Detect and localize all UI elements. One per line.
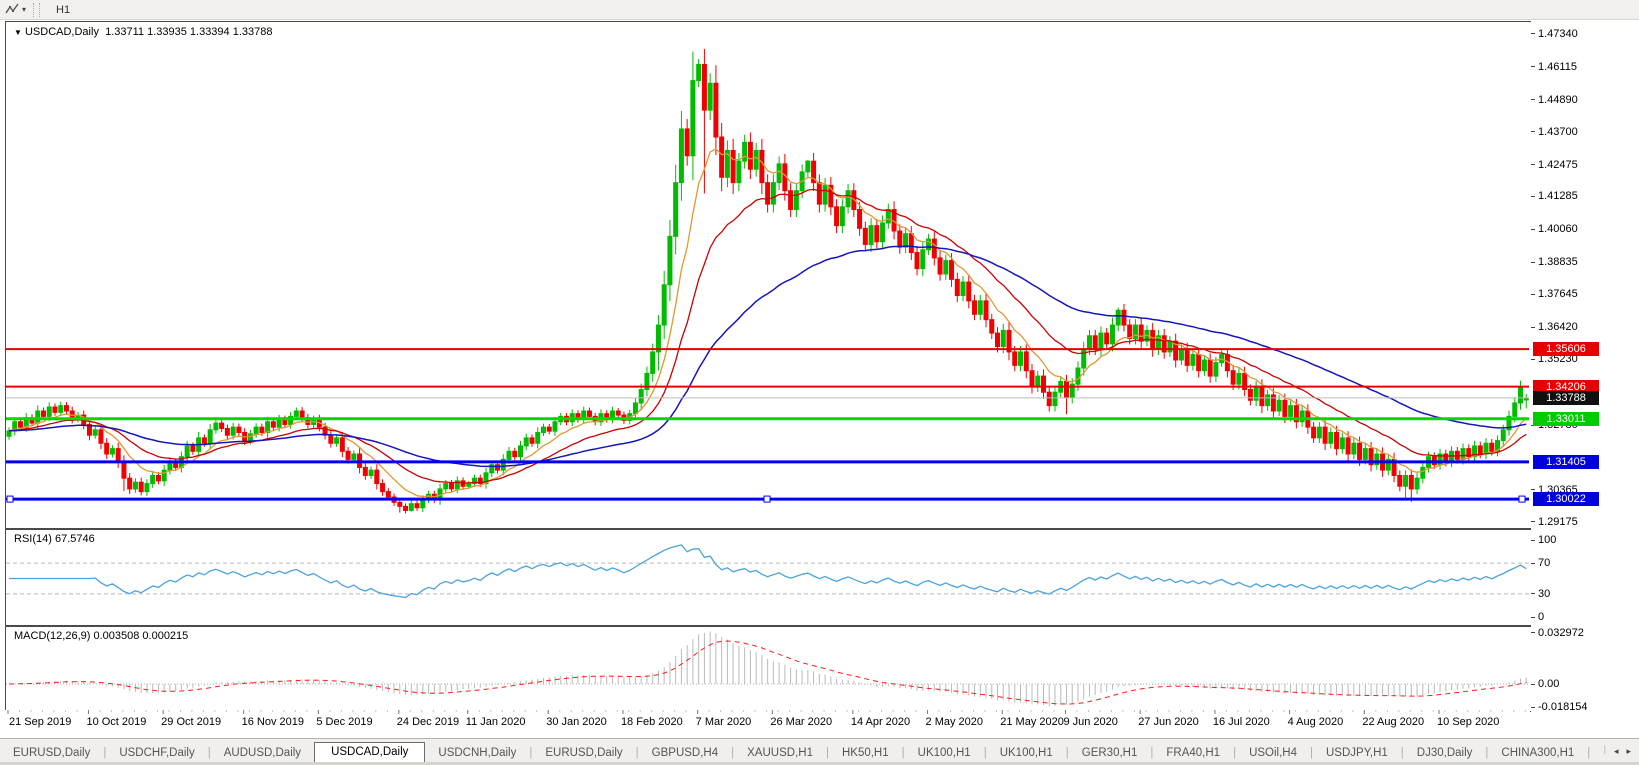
chart-ohlc-values: 1.33711 1.33935 1.33394 1.33788 [105, 26, 273, 38]
hline-handle[interactable] [6, 495, 14, 503]
date-label: 4 Aug 2020 [1287, 716, 1344, 728]
macd-tick-0.032972: 0.032972 [1531, 627, 1584, 639]
price-tick-1.40060: 1.40060 [1531, 223, 1578, 235]
date-label: 16 Jul 2020 [1212, 716, 1270, 728]
symbol-dropdown-icon[interactable]: ▼ [14, 28, 22, 37]
date-label: 21 May 2020 [1000, 716, 1064, 728]
level-badge-1.33011: 1.33011 [1533, 411, 1599, 426]
price-chart-panel[interactable]: ▼ USDCAD,Daily 1.33711 1.33935 1.33394 1… [5, 21, 1532, 529]
crosshair-tool-icon [5, 3, 19, 14]
chart-symbol: USDCAD,Daily [24, 26, 99, 38]
rsi-tick-30: 30 [1531, 588, 1550, 600]
price-tick-1.29175: 1.29175 [1531, 516, 1578, 528]
macd-histogram [14, 631, 1527, 706]
price-tick-1.41285: 1.41285 [1531, 190, 1578, 202]
date-label: 2 May 2020 [925, 716, 984, 728]
price-tick-1.43700: 1.43700 [1531, 126, 1578, 138]
price-tick-1.38835: 1.38835 [1531, 256, 1578, 268]
macd-panel[interactable]: MACD(12,26,9) 0.003508 0.000215 [5, 626, 1532, 712]
date-label: 27 Jun 2020 [1138, 716, 1199, 728]
chevron-down-icon[interactable]: ▾ [22, 5, 26, 14]
chart-tab-uk100-h1[interactable]: UK100,H1 [987, 744, 1066, 763]
price-tick-1.47340: 1.47340 [1531, 28, 1578, 40]
chart-tab-hk50-h1[interactable]: HK50,H1 [829, 744, 902, 763]
rsi-label: RSI(14) 67.5746 [14, 533, 95, 545]
chart-tab-dj30-daily[interactable]: DJ30,Daily [1404, 744, 1486, 763]
rsi-tick-100: 100 [1531, 534, 1556, 546]
date-label: 10 Sep 2020 [1437, 716, 1500, 728]
level-badge-1.31405: 1.31405 [1533, 454, 1599, 469]
chart-tab-xauusd-h1[interactable]: XAUUSD,H1 [734, 744, 826, 763]
drawing-tool-group[interactable]: ▾ [0, 0, 31, 19]
macd-tick--0.018154: -0.018154 [1531, 701, 1588, 713]
tab-scroll-right-icon[interactable]: ▸ [1626, 746, 1631, 757]
hline-handle[interactable] [763, 495, 771, 503]
date-label: 30 Jan 2020 [546, 716, 607, 728]
chart-tab-usdcad-daily[interactable]: USDCAD,Daily [314, 742, 426, 763]
chart-tab-uk100-h1[interactable]: UK100,H1 [905, 744, 984, 763]
date-label: 10 Oct 2019 [86, 716, 147, 728]
macd-label: MACD(12,26,9) 0.003508 0.000215 [14, 630, 189, 642]
date-label: 18 Feb 2020 [620, 716, 683, 728]
date-label: 9 Jun 2020 [1063, 716, 1118, 728]
tab-scroll-arrows: | ◂ ▸ [1603, 744, 1631, 757]
date-label: 7 Mar 2020 [695, 716, 752, 728]
chart-tab-audusd-daily[interactable]: AUDUSD,Daily [211, 744, 314, 763]
chart-tab-gbpusd-h4[interactable]: GBPUSD,H4 [639, 744, 731, 763]
current-price-badge: 1.33788 [1533, 390, 1599, 405]
price-axis[interactable]: 1.47340 1.46115 1.44890 1.43700 1.42475 1.412… [1531, 21, 1639, 713]
timeframe-button-h1[interactable]: H1 [47, 2, 86, 18]
trading-terminal: ▾ M1M5M15M30H1H4D1W1MN ▼ USDCAD,Daily 1.… [0, 0, 1639, 765]
date-label: 24 Dec 2019 [396, 716, 460, 728]
date-label: 5 Dec 2019 [316, 716, 373, 728]
timeframe-toolbar: ▾ M1M5M15M30H1H4D1W1MN [0, 0, 1639, 80]
chart-tab-usdjpy-h1[interactable]: USDJPY,H1 [1313, 744, 1401, 763]
date-label: 26 Mar 2020 [770, 716, 833, 728]
date-label: 16 Nov 2019 [241, 716, 305, 728]
level-badge-1.35606: 1.35606 [1533, 342, 1599, 357]
rsi-panel[interactable]: RSI(14) 67.5746 [5, 529, 1532, 626]
chart-title: ▼ USDCAD,Daily 1.33711 1.33935 1.33394 1… [14, 26, 272, 38]
price-tick-1.46115: 1.46115 [1531, 61, 1577, 73]
date-label: 11 Jan 2020 [465, 716, 526, 728]
rsi-tick-70: 70 [1531, 557, 1550, 569]
rsi-plot [6, 544, 1529, 599]
date-label: 22 Aug 2020 [1362, 716, 1425, 728]
chart-tab-eurusd-daily[interactable]: EURUSD,Daily [532, 744, 635, 763]
date-label: 21 Sep 2019 [9, 716, 72, 728]
date-label: 14 Apr 2020 [850, 716, 911, 728]
chart-tab-usoil-h4[interactable]: USOil,H4 [1236, 744, 1310, 763]
price-tick-1.36420: 1.36420 [1531, 321, 1578, 333]
date-axis[interactable]: 21 Sep 2019 10 Oct 2019 29 Oct 2019 16 Nov … [5, 710, 1530, 736]
rsi-line [9, 544, 1527, 599]
price-tick-1.42475: 1.42475 [1531, 159, 1578, 171]
price-tick-1.37645: 1.37645 [1531, 288, 1578, 300]
candlestick-chart[interactable] [6, 22, 1529, 526]
chart-tab-usdcnh-daily[interactable]: USDCNH,Daily [425, 744, 529, 763]
price-tick-1.44890: 1.44890 [1531, 94, 1578, 106]
date-tick-marks [7, 710, 1526, 714]
macd-plot [6, 631, 1529, 706]
chart-tab-bar: EURUSD,Daily | USDCHF,Daily | AUDUSD,Daily US… [0, 738, 1639, 763]
tab-scroll-left-icon[interactable]: ◂ [1614, 746, 1619, 757]
chart-tab-fra40-h1[interactable]: FRA40,H1 [1153, 744, 1233, 763]
chart-tab-usdchf-daily[interactable]: USDCHF,Daily [106, 744, 207, 763]
hline-handle[interactable] [1518, 495, 1526, 503]
chart-tab-china300-h1[interactable]: CHINA300,H1 [1488, 744, 1587, 763]
chart-tab-ger30-h1[interactable]: GER30,H1 [1069, 744, 1151, 763]
rsi-tick-0: 0 [1531, 611, 1544, 623]
macd-tick-0.00: 0.00 [1531, 678, 1559, 690]
chart-tab-eurusd-daily[interactable]: EURUSD,Daily [0, 744, 103, 763]
date-label: 29 Oct 2019 [161, 716, 222, 728]
toolbar-grip [33, 2, 41, 17]
level-badge-1.30022: 1.30022 [1533, 492, 1599, 507]
chart-tabs: EURUSD,Daily | USDCHF,Daily | AUDUSD,Daily US… [0, 739, 1596, 763]
